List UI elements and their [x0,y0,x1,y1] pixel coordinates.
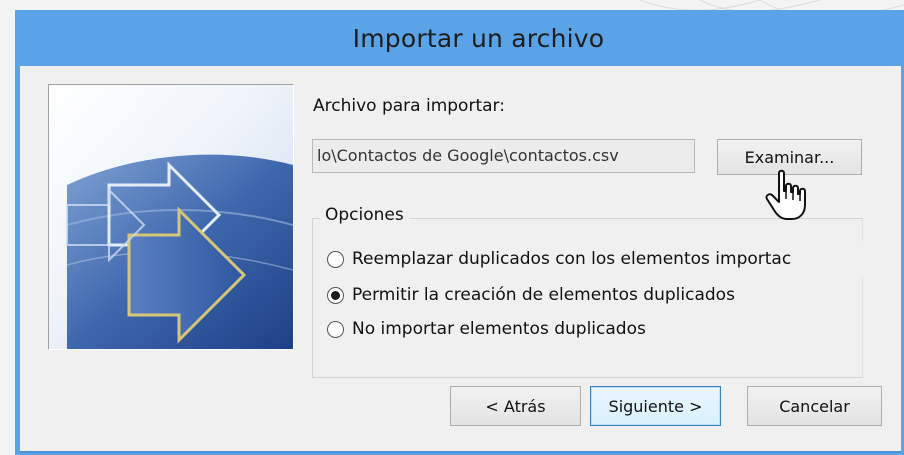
option-replace-duplicates[interactable]: Reemplazar duplicados con los elementos … [327,249,791,269]
dialog-title: Importar un archivo [352,23,605,53]
option-replace-duplicates-label: Reemplazar duplicados con los elementos … [352,249,792,269]
option-no-duplicates[interactable]: No importar elementos duplicados [327,319,646,339]
import-file-dialog: Importar un archivo Archivo para importa… [15,10,904,455]
dialog-border-bottom [20,451,901,453]
title-bar[interactable]: Importar un archivo [15,10,904,66]
next-button[interactable]: Siguiente > [590,386,721,426]
label-clip [858,241,864,277]
radio-allow-duplicates[interactable] [327,286,344,304]
file-to-import-label: Archivo para importar: [313,96,505,116]
radio-replace-duplicates[interactable] [327,250,344,268]
cancel-button[interactable]: Cancelar [747,386,882,426]
option-allow-duplicates-label: Permitir la creación de elementos duplic… [352,285,735,305]
option-allow-duplicates[interactable]: Permitir la creación de elementos duplic… [327,285,735,305]
options-legend: Opciones [320,205,409,225]
hand-pointer-icon [765,169,806,220]
radio-no-duplicates[interactable] [327,320,344,338]
file-path-field[interactable]: lo\Contactos de Google\contactos.csv [312,139,695,173]
screen: Importar un archivo Archivo para importa… [0,0,904,455]
back-button[interactable]: < Atrás [450,386,581,426]
wizard-illustration [48,84,294,350]
option-no-duplicates-label: No importar elementos duplicados [352,319,646,339]
import-arrows-illustration [49,85,293,349]
dialog-body: Archivo para importar: lo\Contactos de G… [20,66,901,451]
